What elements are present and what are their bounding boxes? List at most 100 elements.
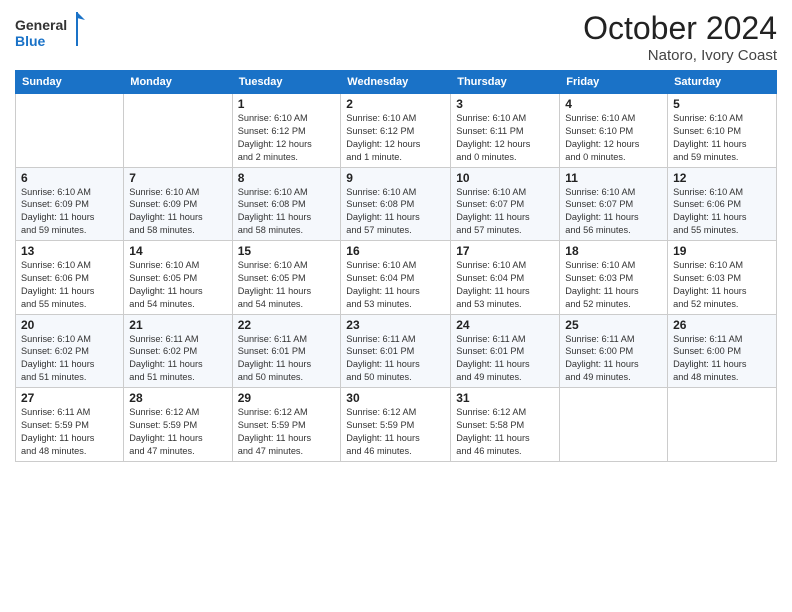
logo-svg: General Blue bbox=[15, 10, 85, 52]
calendar-cell: 22Sunrise: 6:11 AMSunset: 6:01 PMDayligh… bbox=[232, 314, 341, 388]
day-number: 4 bbox=[565, 97, 662, 111]
calendar-cell: 3Sunrise: 6:10 AMSunset: 6:11 PMDaylight… bbox=[451, 94, 560, 168]
day-info: Sunrise: 6:10 AMSunset: 6:06 PMDaylight:… bbox=[673, 186, 771, 238]
calendar-cell: 18Sunrise: 6:10 AMSunset: 6:03 PMDayligh… bbox=[560, 241, 668, 315]
day-info: Sunrise: 6:11 AMSunset: 6:01 PMDaylight:… bbox=[238, 333, 336, 385]
day-number: 31 bbox=[456, 391, 554, 405]
calendar-cell: 8Sunrise: 6:10 AMSunset: 6:08 PMDaylight… bbox=[232, 167, 341, 241]
day-number: 6 bbox=[21, 171, 118, 185]
day-info: Sunrise: 6:11 AMSunset: 5:59 PMDaylight:… bbox=[21, 406, 118, 458]
calendar-cell: 30Sunrise: 6:12 AMSunset: 5:59 PMDayligh… bbox=[341, 388, 451, 462]
calendar-week-row: 27Sunrise: 6:11 AMSunset: 5:59 PMDayligh… bbox=[16, 388, 777, 462]
calendar-cell: 6Sunrise: 6:10 AMSunset: 6:09 PMDaylight… bbox=[16, 167, 124, 241]
day-number: 29 bbox=[238, 391, 336, 405]
calendar-week-row: 20Sunrise: 6:10 AMSunset: 6:02 PMDayligh… bbox=[16, 314, 777, 388]
weekday-header-wednesday: Wednesday bbox=[341, 71, 451, 94]
calendar-cell bbox=[124, 94, 232, 168]
day-info: Sunrise: 6:10 AMSunset: 6:10 PMDaylight:… bbox=[565, 112, 662, 164]
day-info: Sunrise: 6:12 AMSunset: 5:59 PMDaylight:… bbox=[129, 406, 226, 458]
day-number: 7 bbox=[129, 171, 226, 185]
day-info: Sunrise: 6:10 AMSunset: 6:03 PMDaylight:… bbox=[673, 259, 771, 311]
day-number: 26 bbox=[673, 318, 771, 332]
header: General Blue October 2024 Natoro, Ivory … bbox=[15, 10, 777, 64]
day-info: Sunrise: 6:10 AMSunset: 6:08 PMDaylight:… bbox=[346, 186, 445, 238]
day-info: Sunrise: 6:10 AMSunset: 6:11 PMDaylight:… bbox=[456, 112, 554, 164]
day-info: Sunrise: 6:10 AMSunset: 6:02 PMDaylight:… bbox=[21, 333, 118, 385]
calendar-cell: 23Sunrise: 6:11 AMSunset: 6:01 PMDayligh… bbox=[341, 314, 451, 388]
day-info: Sunrise: 6:11 AMSunset: 6:00 PMDaylight:… bbox=[565, 333, 662, 385]
calendar-week-row: 1Sunrise: 6:10 AMSunset: 6:12 PMDaylight… bbox=[16, 94, 777, 168]
calendar-week-row: 13Sunrise: 6:10 AMSunset: 6:06 PMDayligh… bbox=[16, 241, 777, 315]
day-number: 17 bbox=[456, 244, 554, 258]
calendar-cell: 28Sunrise: 6:12 AMSunset: 5:59 PMDayligh… bbox=[124, 388, 232, 462]
calendar-cell: 26Sunrise: 6:11 AMSunset: 6:00 PMDayligh… bbox=[668, 314, 777, 388]
day-info: Sunrise: 6:10 AMSunset: 6:04 PMDaylight:… bbox=[456, 259, 554, 311]
day-info: Sunrise: 6:10 AMSunset: 6:09 PMDaylight:… bbox=[21, 186, 118, 238]
weekday-header-friday: Friday bbox=[560, 71, 668, 94]
day-number: 27 bbox=[21, 391, 118, 405]
calendar-cell: 20Sunrise: 6:10 AMSunset: 6:02 PMDayligh… bbox=[16, 314, 124, 388]
calendar-cell: 16Sunrise: 6:10 AMSunset: 6:04 PMDayligh… bbox=[341, 241, 451, 315]
calendar-cell: 31Sunrise: 6:12 AMSunset: 5:58 PMDayligh… bbox=[451, 388, 560, 462]
day-info: Sunrise: 6:10 AMSunset: 6:07 PMDaylight:… bbox=[456, 186, 554, 238]
day-info: Sunrise: 6:10 AMSunset: 6:07 PMDaylight:… bbox=[565, 186, 662, 238]
weekday-header-saturday: Saturday bbox=[668, 71, 777, 94]
day-info: Sunrise: 6:10 AMSunset: 6:03 PMDaylight:… bbox=[565, 259, 662, 311]
calendar-cell bbox=[560, 388, 668, 462]
day-number: 13 bbox=[21, 244, 118, 258]
calendar-cell: 15Sunrise: 6:10 AMSunset: 6:05 PMDayligh… bbox=[232, 241, 341, 315]
day-number: 2 bbox=[346, 97, 445, 111]
calendar-cell: 5Sunrise: 6:10 AMSunset: 6:10 PMDaylight… bbox=[668, 94, 777, 168]
day-info: Sunrise: 6:11 AMSunset: 6:00 PMDaylight:… bbox=[673, 333, 771, 385]
svg-text:Blue: Blue bbox=[15, 33, 46, 49]
day-number: 14 bbox=[129, 244, 226, 258]
day-info: Sunrise: 6:12 AMSunset: 5:59 PMDaylight:… bbox=[346, 406, 445, 458]
day-number: 19 bbox=[673, 244, 771, 258]
calendar-cell: 19Sunrise: 6:10 AMSunset: 6:03 PMDayligh… bbox=[668, 241, 777, 315]
calendar-cell: 10Sunrise: 6:10 AMSunset: 6:07 PMDayligh… bbox=[451, 167, 560, 241]
day-info: Sunrise: 6:11 AMSunset: 6:02 PMDaylight:… bbox=[129, 333, 226, 385]
day-info: Sunrise: 6:10 AMSunset: 6:09 PMDaylight:… bbox=[129, 186, 226, 238]
day-number: 10 bbox=[456, 171, 554, 185]
day-number: 22 bbox=[238, 318, 336, 332]
day-info: Sunrise: 6:12 AMSunset: 5:59 PMDaylight:… bbox=[238, 406, 336, 458]
calendar-cell: 29Sunrise: 6:12 AMSunset: 5:59 PMDayligh… bbox=[232, 388, 341, 462]
day-number: 9 bbox=[346, 171, 445, 185]
day-number: 21 bbox=[129, 318, 226, 332]
day-info: Sunrise: 6:10 AMSunset: 6:05 PMDaylight:… bbox=[238, 259, 336, 311]
day-info: Sunrise: 6:12 AMSunset: 5:58 PMDaylight:… bbox=[456, 406, 554, 458]
location-subtitle: Natoro, Ivory Coast bbox=[583, 47, 777, 64]
calendar-cell bbox=[668, 388, 777, 462]
day-number: 30 bbox=[346, 391, 445, 405]
calendar-cell: 12Sunrise: 6:10 AMSunset: 6:06 PMDayligh… bbox=[668, 167, 777, 241]
svg-text:General: General bbox=[15, 17, 67, 33]
calendar-cell: 11Sunrise: 6:10 AMSunset: 6:07 PMDayligh… bbox=[560, 167, 668, 241]
day-number: 1 bbox=[238, 97, 336, 111]
weekday-header-tuesday: Tuesday bbox=[232, 71, 341, 94]
day-number: 16 bbox=[346, 244, 445, 258]
day-info: Sunrise: 6:11 AMSunset: 6:01 PMDaylight:… bbox=[456, 333, 554, 385]
calendar-cell: 7Sunrise: 6:10 AMSunset: 6:09 PMDaylight… bbox=[124, 167, 232, 241]
calendar-cell: 9Sunrise: 6:10 AMSunset: 6:08 PMDaylight… bbox=[341, 167, 451, 241]
day-number: 24 bbox=[456, 318, 554, 332]
calendar-page: General Blue October 2024 Natoro, Ivory … bbox=[0, 0, 792, 612]
day-number: 8 bbox=[238, 171, 336, 185]
day-number: 3 bbox=[456, 97, 554, 111]
calendar-cell bbox=[16, 94, 124, 168]
calendar-cell: 21Sunrise: 6:11 AMSunset: 6:02 PMDayligh… bbox=[124, 314, 232, 388]
calendar-cell: 4Sunrise: 6:10 AMSunset: 6:10 PMDaylight… bbox=[560, 94, 668, 168]
logo: General Blue bbox=[15, 10, 85, 52]
weekday-header-thursday: Thursday bbox=[451, 71, 560, 94]
title-block: October 2024 Natoro, Ivory Coast bbox=[583, 10, 777, 64]
day-number: 25 bbox=[565, 318, 662, 332]
calendar-cell: 27Sunrise: 6:11 AMSunset: 5:59 PMDayligh… bbox=[16, 388, 124, 462]
day-number: 23 bbox=[346, 318, 445, 332]
calendar-table: SundayMondayTuesdayWednesdayThursdayFrid… bbox=[15, 70, 777, 462]
day-info: Sunrise: 6:11 AMSunset: 6:01 PMDaylight:… bbox=[346, 333, 445, 385]
calendar-week-row: 6Sunrise: 6:10 AMSunset: 6:09 PMDaylight… bbox=[16, 167, 777, 241]
weekday-header-row: SundayMondayTuesdayWednesdayThursdayFrid… bbox=[16, 71, 777, 94]
calendar-cell: 14Sunrise: 6:10 AMSunset: 6:05 PMDayligh… bbox=[124, 241, 232, 315]
day-number: 12 bbox=[673, 171, 771, 185]
day-info: Sunrise: 6:10 AMSunset: 6:08 PMDaylight:… bbox=[238, 186, 336, 238]
day-number: 28 bbox=[129, 391, 226, 405]
